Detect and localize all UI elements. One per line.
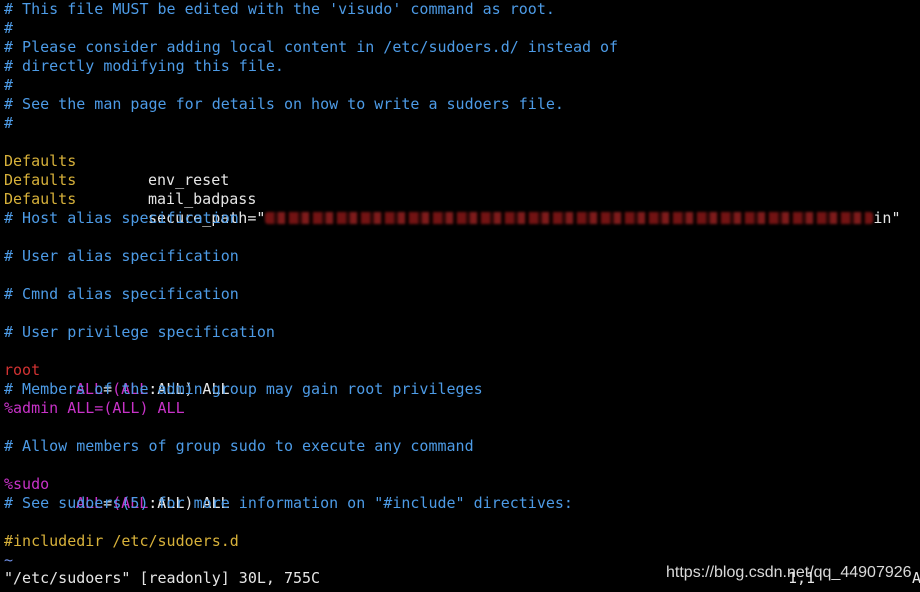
comment-line: # bbox=[4, 76, 14, 94]
defaults-line: Defaults secure_path=" in" bbox=[4, 171, 914, 227]
secure-path-value: secure_path=" in" bbox=[148, 209, 901, 228]
comment-line: # bbox=[4, 19, 14, 37]
admin-rule-line: %admin ALL=(ALL) ALL bbox=[4, 399, 185, 418]
includedir-line: #includedir /etc/sudoers.d bbox=[4, 532, 239, 550]
comment-line: # See sudoers(5) for more information on… bbox=[4, 494, 573, 512]
vim-status-message: "/etc/sudoers" [readonly] 30L, 755C bbox=[4, 569, 321, 587]
defaults-value: mail_badpass bbox=[148, 190, 257, 208]
rule-user: root bbox=[4, 361, 41, 379]
defaults-line: Defaults env_reset bbox=[4, 133, 904, 189]
rule-rest: ALL=(ALL) ALL bbox=[67, 399, 185, 417]
watermark: https://blog.csdn.net/qq_44907926 bbox=[666, 564, 912, 581]
comment-line: # Please consider adding local content i… bbox=[4, 38, 619, 56]
comment-line: # User privilege specification bbox=[4, 323, 275, 341]
redacted-path bbox=[265, 211, 874, 224]
comment-line: # bbox=[4, 114, 14, 132]
empty-buffer-tilde: ~ bbox=[4, 551, 14, 569]
comment-line: # directly modifying this file. bbox=[4, 57, 284, 75]
secure-path-suffix: in" bbox=[873, 209, 901, 227]
comment-line: # User alias specification bbox=[4, 247, 239, 265]
comment-line: # Cmnd alias specification bbox=[4, 285, 239, 303]
comment-line: # Members of the admin group may gain ro… bbox=[4, 380, 483, 398]
scroll-indicator: A bbox=[912, 569, 920, 587]
comment-line: # Host alias specification bbox=[4, 209, 239, 227]
terminal-window[interactable]: # This file MUST be edited with the 'vis… bbox=[0, 0, 920, 592]
defaults-keyword: Defaults bbox=[4, 190, 77, 208]
comment-line: # Allow members of group sudo to execute… bbox=[4, 437, 474, 455]
root-rule-line: root ALL=(ALL:ALL) ALL bbox=[4, 342, 404, 398]
rule-user: %admin bbox=[4, 399, 59, 417]
rule-user: %sudo bbox=[4, 475, 50, 493]
comment-line: # See the man page for details on how to… bbox=[4, 95, 564, 113]
sudo-rule-line: %sudo ALL=(ALL:ALL) ALL bbox=[4, 456, 404, 512]
comment-line: # This file MUST be edited with the 'vis… bbox=[4, 0, 555, 18]
defaults-line: Defaults mail_badpass bbox=[4, 152, 904, 208]
